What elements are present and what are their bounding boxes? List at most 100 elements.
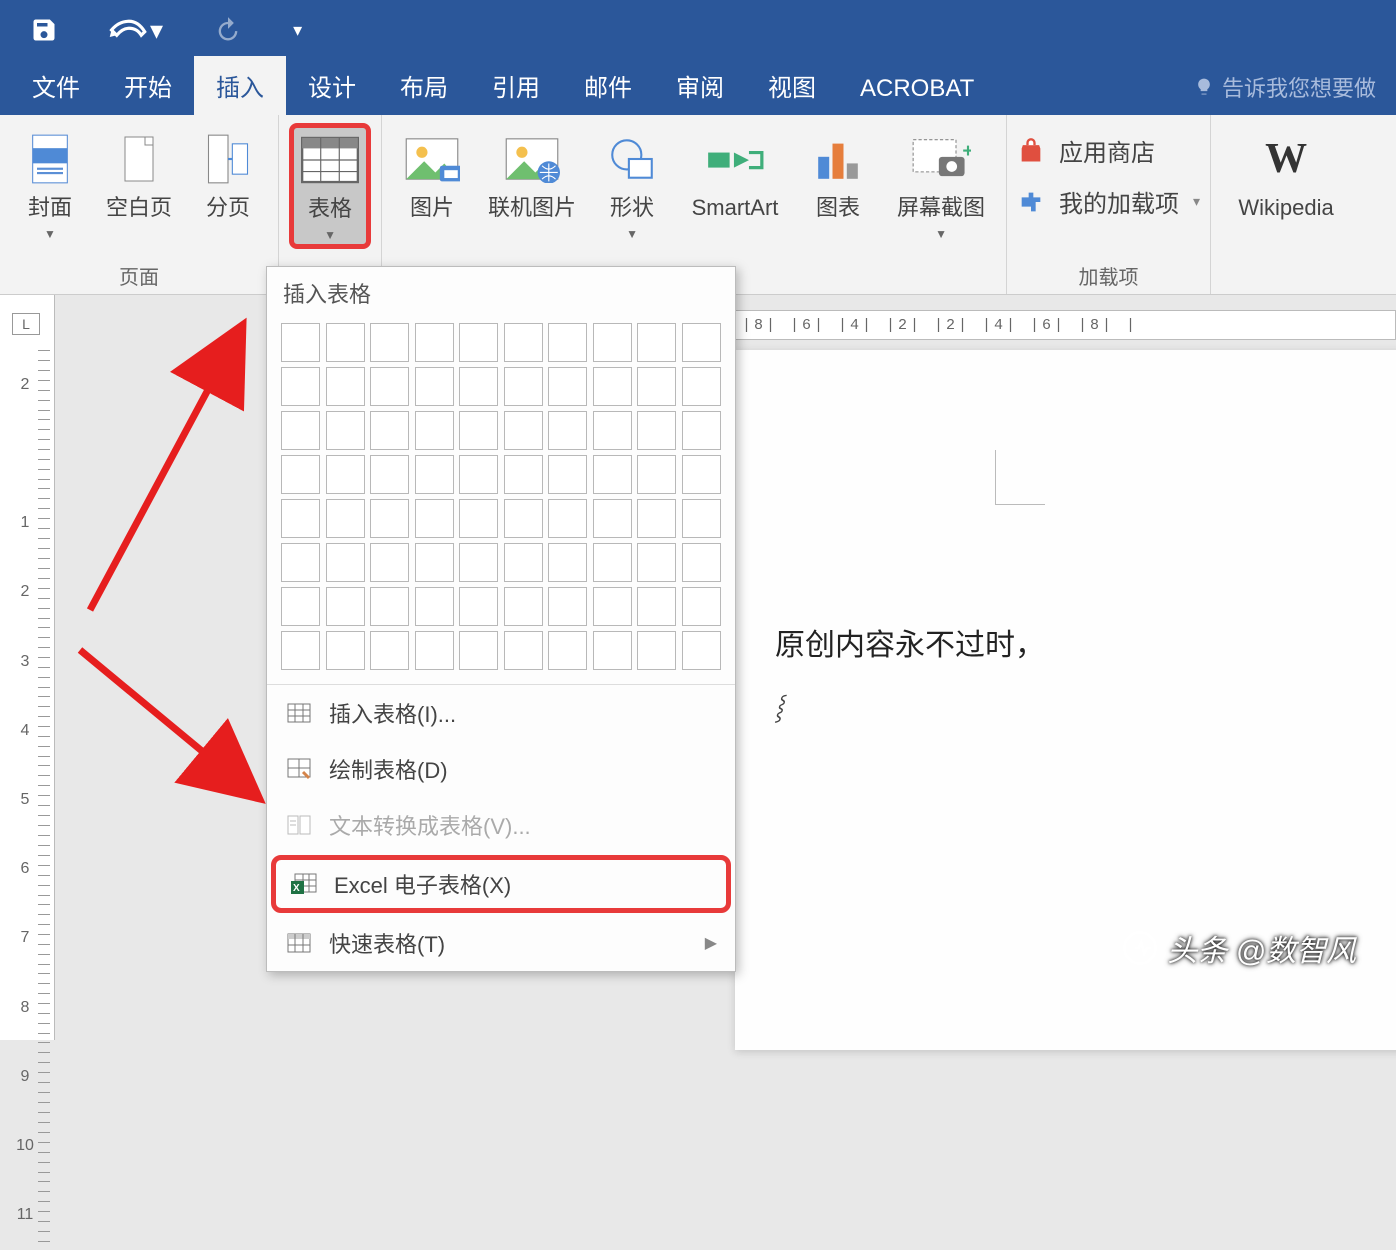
table-grid-cell[interactable]	[504, 455, 543, 494]
wikipedia-button[interactable]: W Wikipedia	[1221, 123, 1351, 227]
table-grid-cell[interactable]	[593, 499, 632, 538]
table-grid-picker[interactable]	[267, 315, 735, 684]
table-grid-cell[interactable]	[593, 455, 632, 494]
table-grid-cell[interactable]	[637, 499, 676, 538]
tab-home[interactable]: 开始	[102, 56, 194, 115]
table-grid-cell[interactable]	[637, 455, 676, 494]
table-button[interactable]: 表格 ▼	[289, 123, 371, 249]
smartart-button[interactable]: SmartArt	[680, 123, 790, 227]
table-grid-cell[interactable]	[637, 323, 676, 362]
table-grid-cell[interactable]	[682, 411, 721, 450]
table-grid-cell[interactable]	[593, 543, 632, 582]
table-grid-cell[interactable]	[326, 411, 365, 450]
table-grid-cell[interactable]	[415, 455, 454, 494]
table-grid-cell[interactable]	[504, 631, 543, 670]
table-grid-cell[interactable]	[682, 367, 721, 406]
table-grid-cell[interactable]	[548, 367, 587, 406]
table-grid-cell[interactable]	[415, 499, 454, 538]
table-grid-cell[interactable]	[637, 411, 676, 450]
table-grid-cell[interactable]	[548, 455, 587, 494]
table-grid-cell[interactable]	[548, 323, 587, 362]
table-grid-cell[interactable]	[459, 323, 498, 362]
table-grid-cell[interactable]	[326, 499, 365, 538]
table-grid-cell[interactable]	[326, 587, 365, 626]
tab-insert[interactable]: 插入	[194, 56, 286, 115]
table-grid-cell[interactable]	[370, 543, 409, 582]
table-grid-cell[interactable]	[281, 543, 320, 582]
table-grid-cell[interactable]	[370, 455, 409, 494]
table-grid-cell[interactable]	[548, 499, 587, 538]
table-grid-cell[interactable]	[415, 587, 454, 626]
table-grid-cell[interactable]	[504, 543, 543, 582]
menu-quick-tables[interactable]: 快速表格(T) ▶	[267, 915, 735, 971]
table-grid-cell[interactable]	[593, 631, 632, 670]
table-grid-cell[interactable]	[593, 587, 632, 626]
redo-button[interactable]	[213, 16, 243, 44]
table-grid-cell[interactable]	[637, 367, 676, 406]
table-grid-cell[interactable]	[682, 499, 721, 538]
shapes-button[interactable]: 形状 ▼	[592, 123, 672, 247]
table-grid-cell[interactable]	[370, 367, 409, 406]
table-grid-cell[interactable]	[370, 587, 409, 626]
table-grid-cell[interactable]	[593, 323, 632, 362]
tab-references[interactable]: 引用	[470, 56, 562, 115]
table-grid-cell[interactable]	[459, 367, 498, 406]
table-grid-cell[interactable]	[326, 543, 365, 582]
tab-file[interactable]: 文件	[10, 56, 102, 115]
table-grid-cell[interactable]	[682, 631, 721, 670]
store-button[interactable]: 应用商店	[1017, 133, 1155, 168]
tab-review[interactable]: 审阅	[654, 56, 746, 115]
table-grid-cell[interactable]	[637, 631, 676, 670]
page-break-button[interactable]: 分页	[188, 123, 268, 227]
tell-me-search[interactable]: 告诉我您想要做	[1184, 59, 1386, 115]
table-grid-cell[interactable]	[682, 587, 721, 626]
table-grid-cell[interactable]	[326, 367, 365, 406]
table-grid-cell[interactable]	[326, 455, 365, 494]
table-grid-cell[interactable]	[459, 587, 498, 626]
table-grid-cell[interactable]	[370, 411, 409, 450]
picture-button[interactable]: 图片	[392, 123, 472, 227]
table-grid-cell[interactable]	[593, 411, 632, 450]
table-grid-cell[interactable]	[548, 411, 587, 450]
table-grid-cell[interactable]	[281, 367, 320, 406]
table-grid-cell[interactable]	[459, 455, 498, 494]
tab-design[interactable]: 设计	[286, 56, 378, 115]
table-grid-cell[interactable]	[370, 323, 409, 362]
online-picture-button[interactable]: 联机图片	[480, 123, 584, 227]
table-grid-cell[interactable]	[326, 323, 365, 362]
table-grid-cell[interactable]	[370, 631, 409, 670]
table-grid-cell[interactable]	[415, 543, 454, 582]
save-button[interactable]	[30, 16, 58, 44]
menu-excel-spreadsheet[interactable]: X Excel 电子表格(X)	[271, 855, 731, 913]
table-grid-cell[interactable]	[459, 543, 498, 582]
table-grid-cell[interactable]	[370, 499, 409, 538]
table-grid-cell[interactable]	[415, 367, 454, 406]
table-grid-cell[interactable]	[459, 499, 498, 538]
menu-insert-table[interactable]: 插入表格(I)...	[267, 685, 735, 741]
table-grid-cell[interactable]	[281, 455, 320, 494]
screenshot-button[interactable]: + 屏幕截图 ▼	[886, 123, 996, 247]
table-grid-cell[interactable]	[415, 411, 454, 450]
myaddins-button[interactable]: 我的加载项 ▾	[1017, 184, 1200, 219]
qat-customize[interactable]: ▾	[293, 20, 302, 41]
table-grid-cell[interactable]	[459, 631, 498, 670]
table-grid-cell[interactable]	[504, 499, 543, 538]
table-grid-cell[interactable]	[548, 587, 587, 626]
table-grid-cell[interactable]	[281, 587, 320, 626]
table-grid-cell[interactable]	[682, 543, 721, 582]
table-grid-cell[interactable]	[548, 543, 587, 582]
blank-page-button[interactable]: 空白页	[98, 123, 180, 227]
table-grid-cell[interactable]	[548, 631, 587, 670]
table-grid-cell[interactable]	[504, 587, 543, 626]
table-grid-cell[interactable]	[504, 367, 543, 406]
table-grid-cell[interactable]	[415, 631, 454, 670]
table-grid-cell[interactable]	[459, 411, 498, 450]
table-grid-cell[interactable]	[281, 323, 320, 362]
table-grid-cell[interactable]	[415, 323, 454, 362]
table-grid-cell[interactable]	[504, 323, 543, 362]
chart-button[interactable]: 图表	[798, 123, 878, 227]
tab-view[interactable]: 视图	[746, 56, 838, 115]
table-grid-cell[interactable]	[682, 455, 721, 494]
table-grid-cell[interactable]	[637, 587, 676, 626]
table-grid-cell[interactable]	[593, 367, 632, 406]
